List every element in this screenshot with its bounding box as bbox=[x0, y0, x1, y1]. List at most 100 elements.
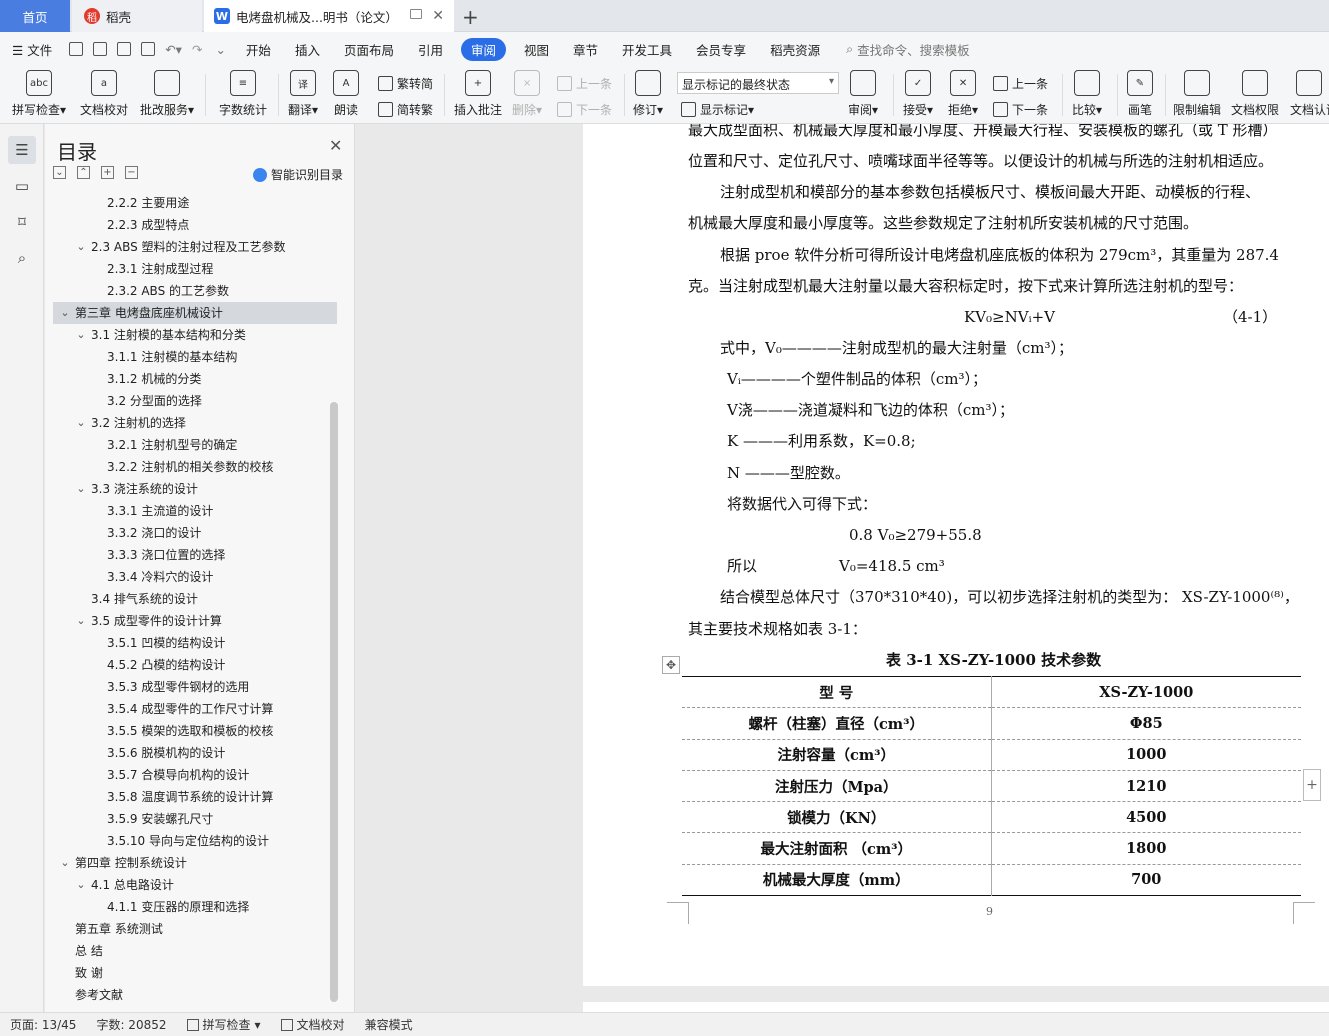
toc-item[interactable]: 第五章 系统测试 bbox=[45, 918, 335, 940]
toc-item[interactable]: 3.1.1 注射模的基本结构 bbox=[45, 346, 335, 368]
toc-item[interactable]: 3.4 排气系统的设计 bbox=[45, 588, 335, 610]
doc-cert-button[interactable]: 文档认证 bbox=[1290, 70, 1329, 118]
table-param-cell[interactable]: 最大注射面积 （cm³） bbox=[682, 832, 992, 865]
toc-item[interactable]: 3.5.9 安装螺孔尺寸 bbox=[45, 808, 335, 830]
toc-item[interactable]: 3.3.2 浇口的设计 bbox=[45, 522, 335, 544]
doc-permission-button[interactable]: 文档权限 bbox=[1231, 70, 1279, 118]
new-tab-button[interactable]: + bbox=[462, 5, 479, 29]
trad-to-simp-button[interactable]: 繁转简 bbox=[378, 75, 433, 92]
collapse-all-icon[interactable]: ⌄ bbox=[53, 166, 66, 179]
toc-item[interactable]: ⌄ 2.3 ABS 塑料的注射过程及工艺参数 bbox=[45, 236, 335, 258]
chevron-down-icon[interactable]: ⌄ bbox=[59, 302, 71, 324]
chevron-down-icon[interactable]: ⌄ bbox=[75, 324, 87, 346]
toc-item[interactable]: ⌄ 第三章 电烤盘底座机械设计 bbox=[53, 302, 337, 324]
page-indicator[interactable]: 页面: 13/45 bbox=[0, 1016, 86, 1033]
toc-item[interactable]: 2.2.2 主要用途 bbox=[45, 192, 335, 214]
undo-icon[interactable]: ↶▾ bbox=[165, 42, 182, 57]
toc-item[interactable]: 3.5.3 成型零件钢材的选用 bbox=[45, 676, 335, 698]
insert-comment-button[interactable]: + 插入批注 bbox=[454, 70, 502, 118]
file-menu[interactable]: ☰ 文件 bbox=[0, 40, 64, 59]
toc-item[interactable]: 3.3.3 浇口位置的选择 bbox=[45, 544, 335, 566]
toc-item[interactable]: 3.5.8 温度调节系统的设计计算 bbox=[45, 786, 335, 808]
table-value-cell[interactable]: XS-ZY-1000 bbox=[991, 676, 1301, 709]
toc-item[interactable]: 总 结 bbox=[45, 940, 335, 962]
table-value-cell[interactable]: 1000 bbox=[991, 739, 1301, 771]
toc-item[interactable]: 致 谢 bbox=[45, 962, 335, 984]
toc-item[interactable]: 3.5.6 脱模机构的设计 bbox=[45, 742, 335, 764]
more-icon[interactable]: ⌄ bbox=[215, 42, 225, 57]
command-search[interactable]: ⌕ 查找命令、搜索模板 bbox=[846, 40, 970, 59]
menu-developer[interactable]: 开发工具 bbox=[610, 40, 684, 59]
read-aloud-button[interactable]: A 朗读 bbox=[333, 70, 359, 118]
chevron-down-icon[interactable]: ⌄ bbox=[75, 874, 87, 896]
print-preview-icon[interactable] bbox=[141, 42, 156, 56]
toc-item[interactable]: 3.2 分型面的选择 bbox=[45, 390, 335, 412]
table-value-cell[interactable]: 1800 bbox=[991, 832, 1301, 865]
expand-up-icon[interactable]: ⌃ bbox=[77, 166, 90, 179]
toc-item[interactable]: ⌄ 3.2 注射机的选择 bbox=[45, 412, 335, 434]
word-count[interactable]: 字数: 20852 bbox=[86, 1016, 176, 1033]
toc-item[interactable]: 3.5.5 模架的选取和模板的校核 bbox=[45, 720, 335, 742]
menu-page-layout[interactable]: 页面布局 bbox=[332, 40, 406, 59]
toc-item[interactable]: 3.3.4 冷料穴的设计 bbox=[45, 566, 335, 588]
close-tab-icon[interactable]: ✕ bbox=[432, 8, 444, 24]
menu-member[interactable]: 会员专享 bbox=[684, 40, 758, 59]
toc-item[interactable]: 3.2.1 注射机型号的确定 bbox=[45, 434, 335, 456]
pen-button[interactable]: ✎ 画笔 bbox=[1127, 70, 1153, 118]
toc-item[interactable]: 3.1.2 机械的分类 bbox=[45, 368, 335, 390]
batch-service-button[interactable]: 批改服务▾ bbox=[140, 70, 194, 118]
chapter-nav-icon[interactable]: ▭ bbox=[8, 172, 36, 200]
toc-item[interactable]: 3.3.1 主流道的设计 bbox=[45, 500, 335, 522]
toc-item[interactable]: 3.5.7 合模导向机构的设计 bbox=[45, 764, 335, 786]
toc-panel-icon[interactable]: ☰ bbox=[8, 136, 36, 164]
remove-heading-icon[interactable]: − bbox=[125, 166, 138, 179]
toc-scrollbar[interactable] bbox=[330, 402, 338, 1002]
status-doc-check[interactable]: 文档校对 bbox=[271, 1016, 355, 1033]
chevron-down-icon[interactable]: ⌄ bbox=[59, 852, 71, 874]
export-pdf-icon[interactable] bbox=[93, 42, 108, 56]
table-value-cell[interactable]: 700 bbox=[991, 864, 1301, 895]
toc-item[interactable]: ⌄ 3.5 成型零件的设计计算 bbox=[45, 610, 335, 632]
toc-item[interactable]: 4.1.1 变压器的原理和选择 bbox=[45, 896, 335, 918]
table-param-cell[interactable]: 螺杆（柱塞）直径（cm³） bbox=[682, 707, 992, 740]
doc-check-button[interactable]: a 文档校对 bbox=[80, 70, 128, 118]
tab-home[interactable]: 首页 bbox=[0, 0, 70, 32]
spec-table[interactable]: 型 号 XS-ZY-1000 螺杆（柱塞）直径（cm³） Φ85 注射容量（cm³） 10… bbox=[682, 676, 1301, 897]
toc-item[interactable]: 2.2.3 成型特点 bbox=[45, 214, 335, 236]
status-spell-check[interactable]: 拼写检查 ▾ bbox=[177, 1016, 271, 1033]
accept-button[interactable]: ✓ 接受▾ bbox=[903, 70, 933, 118]
chevron-down-icon[interactable]: ⌄ bbox=[75, 236, 87, 258]
track-changes-button[interactable]: 修订▾ bbox=[633, 70, 663, 118]
menu-chapter[interactable]: 章节 bbox=[561, 40, 610, 59]
table-param-cell[interactable]: 注射容量（cm³） bbox=[682, 739, 992, 771]
add-column-icon[interactable]: + bbox=[1303, 769, 1321, 801]
toc-item[interactable]: ⌄ 3.1 注射模的基本结构和分类 bbox=[45, 324, 335, 346]
toc-item[interactable]: 4.5.2 凸模的结构设计 bbox=[45, 654, 335, 676]
table-value-cell[interactable]: Φ85 bbox=[991, 707, 1301, 740]
redo-icon[interactable]: ↷ bbox=[192, 42, 202, 57]
table-param-cell[interactable]: 机械最大厚度（mm） bbox=[682, 864, 992, 896]
next-change-button[interactable]: 下一条 bbox=[993, 101, 1048, 118]
toc-item[interactable]: 3.5.10 导向与定位结构的设计 bbox=[45, 830, 335, 852]
translate-button[interactable]: 译翻译▾ bbox=[288, 70, 318, 118]
prev-change-button[interactable]: 上一条 bbox=[993, 75, 1048, 92]
compare-button[interactable]: 比较▾ bbox=[1072, 70, 1102, 118]
save-icon[interactable] bbox=[69, 42, 84, 56]
menu-review[interactable]: 审阅 bbox=[460, 37, 506, 61]
word-count-button[interactable]: ≡ 字数统计 bbox=[219, 70, 267, 118]
toc-item[interactable]: ⌄ 第四章 控制系统设计 bbox=[45, 852, 335, 874]
search-icon[interactable]: ⌕ bbox=[8, 244, 36, 272]
markup-mode-select[interactable]: 显示标记的最终状态 bbox=[677, 72, 839, 94]
add-heading-icon[interactable]: + bbox=[101, 166, 114, 179]
bookmark-icon[interactable]: ⌑ bbox=[8, 208, 36, 236]
menu-references[interactable]: 引用 bbox=[406, 40, 455, 59]
toc-item[interactable]: 2.3.2 ABS 的工艺参数 bbox=[45, 280, 335, 302]
toc-item[interactable]: ⌄ 3.3 浇注系统的设计 bbox=[45, 478, 335, 500]
chevron-down-icon[interactable]: ⌄ bbox=[75, 412, 87, 434]
tab-document[interactable]: W 电烤盘机械及...明书（论文） ✕ bbox=[204, 0, 454, 32]
toc-item[interactable]: 3.5.1 凹模的结构设计 bbox=[45, 632, 335, 654]
smart-toc-button[interactable]: 智能识别目录 bbox=[253, 166, 343, 183]
restrict-editing-button[interactable]: 限制编辑 bbox=[1173, 70, 1221, 118]
toc-item[interactable]: ⌄ 4.1 总电路设计 bbox=[45, 874, 335, 896]
prev-comment-button[interactable]: 上一条 bbox=[557, 75, 612, 92]
